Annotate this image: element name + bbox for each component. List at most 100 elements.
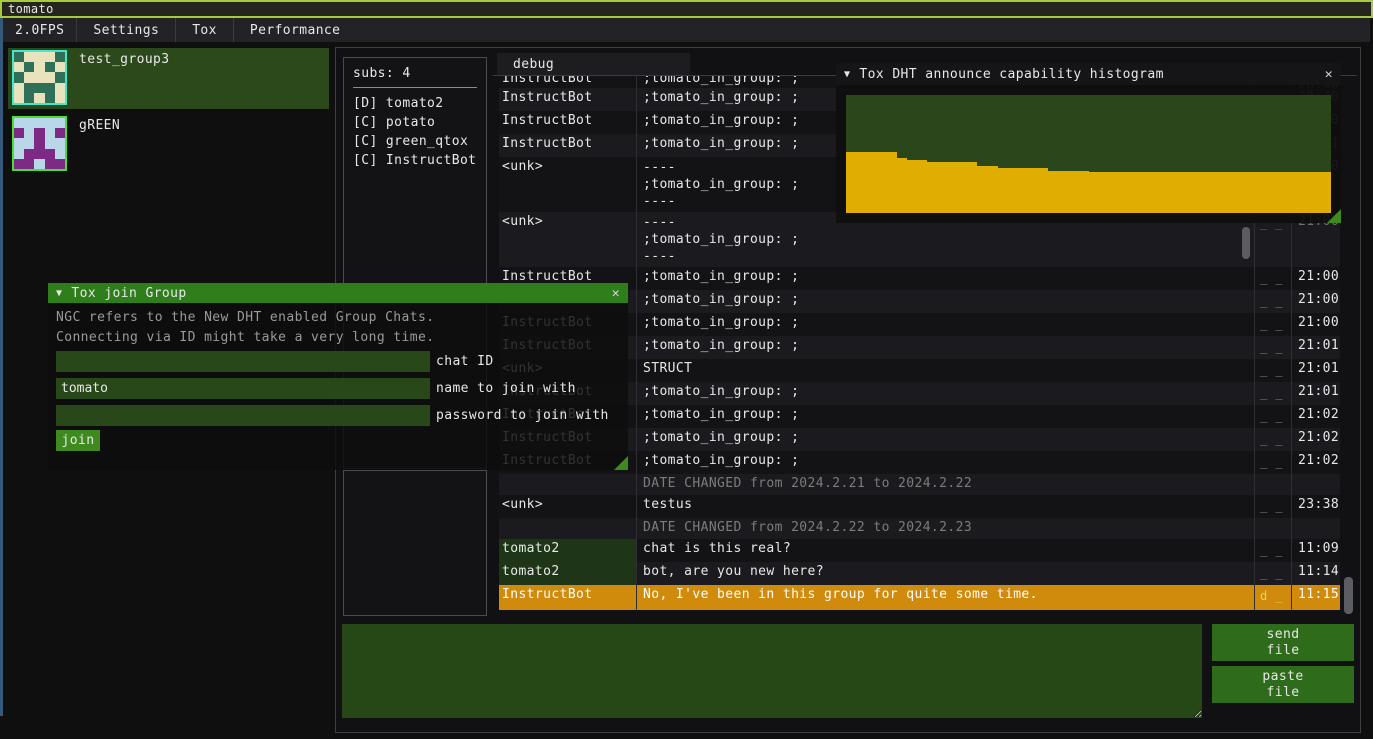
message-input[interactable] — [342, 624, 1202, 718]
join-group-dialog: ▼ Tox join Group ✕ NGC refers to the New… — [48, 283, 628, 470]
avatar-pixel — [24, 149, 34, 159]
table-row[interactable]: tomato2bot, are you new here?_ _11:14 — [499, 562, 1340, 585]
dht-histogram-plot — [846, 95, 1331, 213]
histogram-bar — [1321, 172, 1331, 213]
close-icon[interactable]: ✕ — [1325, 67, 1333, 82]
histogram-bar — [1048, 171, 1058, 213]
menu-item-settings[interactable]: Settings — [77, 18, 176, 42]
histogram-bar — [897, 158, 907, 213]
member-item[interactable]: [C] green_qtox — [353, 132, 477, 151]
avatar-pixel — [14, 138, 24, 148]
message-cell: ;tomato_in_group: ; — [637, 336, 1255, 359]
window-frame-right — [0, 0, 3, 716]
group-row-gREEN[interactable]: gREEN — [8, 114, 329, 170]
message-line: ;tomato_in_group: ; — [643, 231, 1254, 248]
member-item[interactable]: [D] tomato2 — [353, 94, 477, 113]
chat-id-field[interactable] — [56, 351, 430, 372]
message-cell: testus — [637, 495, 1255, 518]
join-info-line1: NGC refers to the New DHT enabled Group … — [56, 310, 434, 325]
message-timestamp: 21:02 — [1292, 451, 1340, 474]
chat-scrollbar[interactable] — [1344, 577, 1353, 614]
group-avatar — [12, 50, 67, 105]
chat-id-label: chat ID — [436, 354, 494, 369]
close-icon[interactable]: ✕ — [612, 286, 620, 301]
avatar-pixel — [14, 93, 24, 103]
resize-grip-icon[interactable] — [614, 456, 628, 470]
group-row-test_group3[interactable]: test_group3 — [8, 48, 329, 109]
avatar-pixel — [34, 52, 44, 62]
avatar-pixel — [24, 83, 34, 93]
message-flags: _ _ — [1255, 495, 1292, 518]
avatar-pixel — [24, 52, 34, 62]
table-row[interactable]: <unk>testus_ _23:38 — [499, 495, 1340, 518]
resize-grip-icon[interactable] — [1327, 209, 1341, 223]
message-cell: ;tomato_in_group: ; — [637, 451, 1255, 474]
join-button[interactable]: join — [56, 430, 100, 451]
message-timestamp: 21:00 — [1292, 267, 1340, 290]
histogram-bar — [876, 152, 886, 213]
table-row[interactable]: DATE CHANGED from 2024.2.21 to 2024.2.22 — [499, 474, 1340, 495]
avatar-pixel — [14, 159, 24, 169]
avatar-pixel — [34, 93, 44, 103]
avatar-pixel — [34, 118, 44, 128]
histogram-bar — [998, 168, 1008, 213]
dht-histogram-titlebar[interactable]: ▼ Tox DHT announce capability histogram … — [836, 63, 1341, 85]
paste-file-button[interactable]: paste file — [1212, 666, 1354, 703]
avatar-pixel — [14, 149, 24, 159]
histogram-bar — [1028, 168, 1038, 213]
message-mini-scrollbar[interactable] — [1242, 227, 1250, 259]
table-row[interactable]: DATE CHANGED from 2024.2.22 to 2024.2.23 — [499, 518, 1340, 539]
menu-item-tox[interactable]: Tox — [176, 18, 234, 42]
window-title-bar: tomato — [0, 0, 1373, 18]
menu-item-performance[interactable]: Performance — [234, 18, 357, 42]
histogram-bar — [1089, 172, 1099, 213]
histogram-bar — [1291, 172, 1301, 213]
table-row[interactable]: tomato2chat is this real?_ _11:09 — [499, 539, 1340, 562]
avatar-pixel — [34, 159, 44, 169]
avatar-pixel — [45, 159, 55, 169]
histogram-bar — [927, 162, 937, 213]
message-cell: DATE CHANGED from 2024.2.22 to 2024.2.23 — [637, 518, 1255, 539]
send-file-button[interactable]: send file — [1212, 624, 1354, 661]
avatar-pixel — [45, 72, 55, 82]
message-timestamp: 21:00 — [1292, 313, 1340, 336]
message-timestamp: 11:09 — [1292, 539, 1340, 562]
avatar-pixel — [55, 52, 65, 62]
sender-name — [499, 518, 637, 539]
avatar-pixel — [24, 62, 34, 72]
table-row[interactable]: InstructBotNo, I've been in this group f… — [499, 585, 1340, 610]
message-timestamp: 23:38 — [1292, 495, 1340, 518]
avatar-pixel — [45, 128, 55, 138]
tab-debug[interactable]: debug — [497, 53, 690, 75]
avatar-pixel — [55, 138, 65, 148]
avatar-pixel — [34, 128, 44, 138]
histogram-bar — [1139, 172, 1149, 213]
message-flags: _ _ — [1255, 562, 1292, 585]
send-file-line2: file — [1267, 643, 1300, 659]
histogram-bar — [1068, 171, 1078, 213]
paste-file-line1: paste — [1262, 669, 1303, 685]
avatar-pixel — [14, 83, 24, 93]
message-cell: DATE CHANGED from 2024.2.21 to 2024.2.22 — [637, 474, 1255, 495]
sender-name — [499, 474, 637, 495]
members-list: [D] tomato2[C] potato[C] green_qtox[C] I… — [353, 94, 477, 170]
sender-name: InstructBot — [499, 111, 637, 134]
message-line: ---- — [643, 248, 1254, 265]
histogram-bar — [1129, 172, 1139, 213]
join-name-field[interactable] — [56, 378, 430, 399]
message-timestamp: 21:01 — [1292, 382, 1340, 405]
avatar-pixel — [24, 72, 34, 82]
collapse-arrow-icon[interactable]: ▼ — [56, 288, 62, 299]
histogram-bar — [1119, 172, 1129, 213]
histogram-bar — [907, 160, 917, 213]
collapse-arrow-icon[interactable]: ▼ — [844, 69, 850, 80]
histogram-bar — [1281, 172, 1291, 213]
join-group-titlebar[interactable]: ▼ Tox join Group ✕ — [48, 283, 628, 303]
histogram-bar — [856, 152, 866, 213]
join-password-field[interactable] — [56, 405, 430, 426]
member-item[interactable]: [C] potato — [353, 113, 477, 132]
sender-name: <unk> — [499, 157, 637, 212]
histogram-bar — [917, 160, 927, 213]
histogram-bar — [967, 162, 977, 213]
member-item[interactable]: [C] InstructBot — [353, 151, 477, 170]
